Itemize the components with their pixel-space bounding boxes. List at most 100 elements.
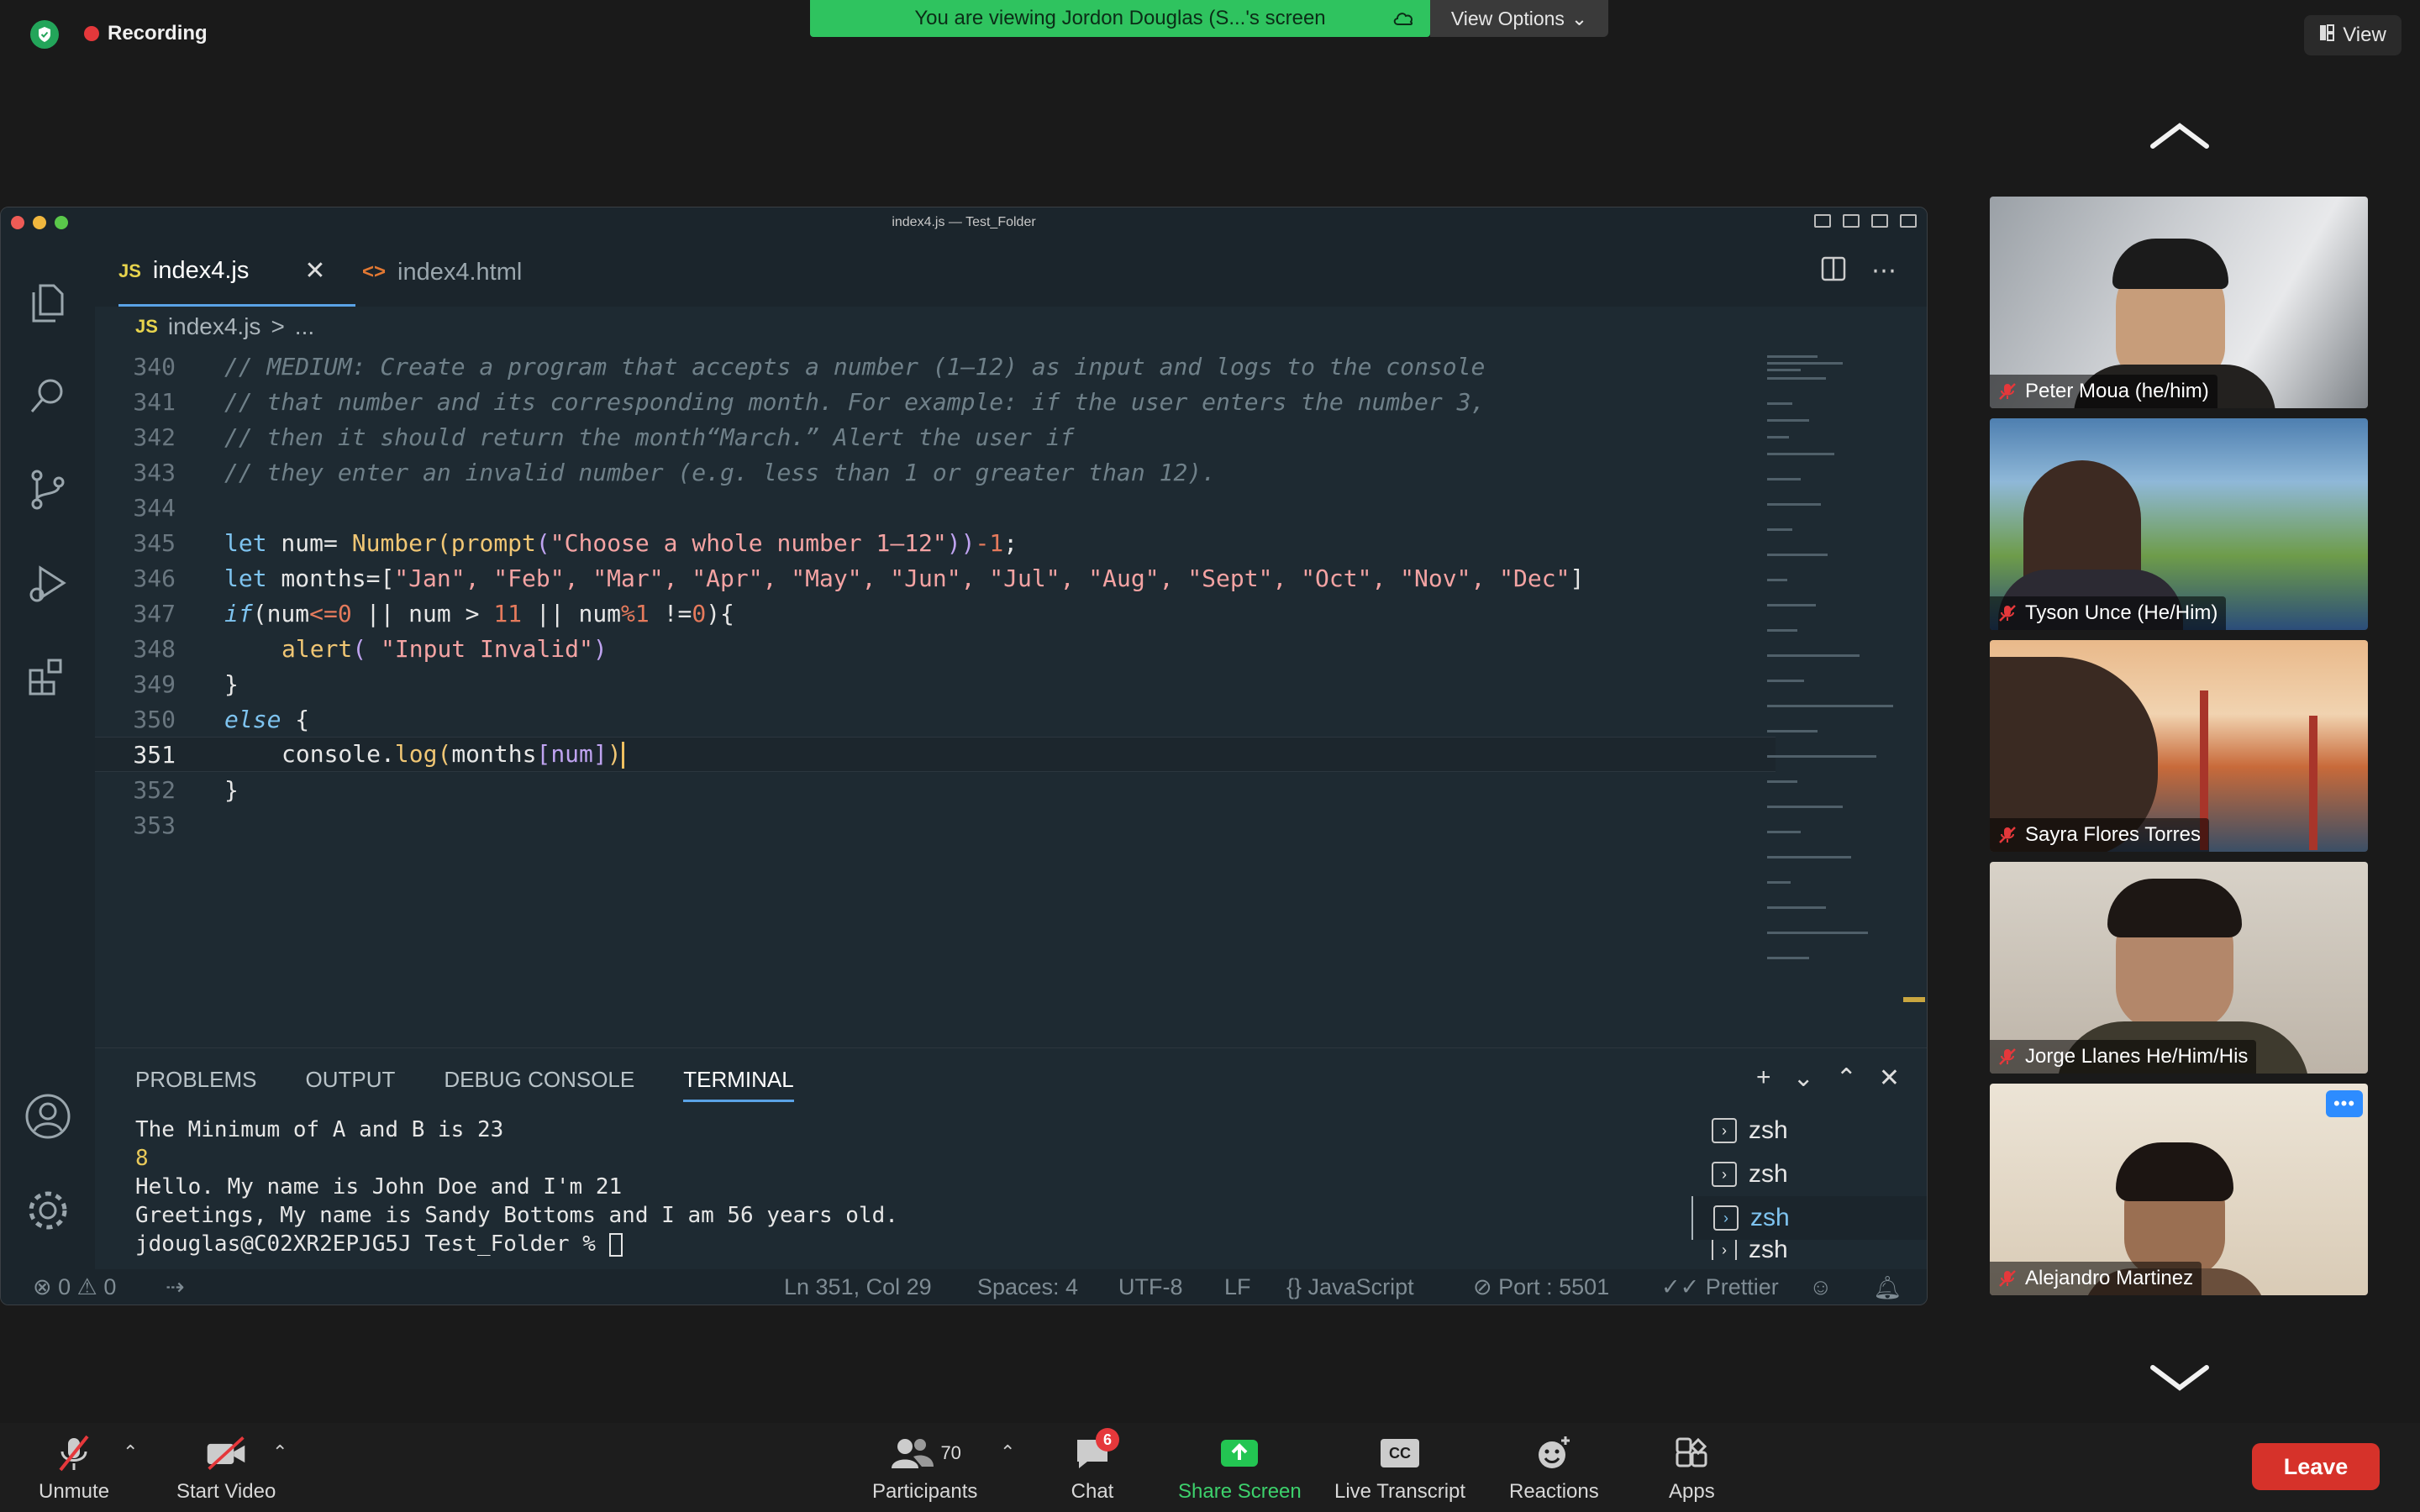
language-mode[interactable]: {} JavaScript — [1286, 1274, 1414, 1300]
tab-problems[interactable]: PROBLEMS — [135, 1067, 257, 1102]
participants-button[interactable]: 70 Participants — [872, 1435, 977, 1504]
view-button[interactable]: View — [2304, 15, 2402, 55]
tab-debug-console[interactable]: DEBUG CONSOLE — [444, 1067, 634, 1102]
source-control-icon[interactable] — [24, 466, 71, 513]
breadcrumb-rest[interactable]: ... — [295, 313, 314, 340]
toggle-panel-icon[interactable] — [1843, 214, 1860, 228]
minimize-window-button[interactable] — [33, 216, 46, 229]
line-number: 353 — [133, 811, 176, 839]
chat-button[interactable]: 6 Chat — [1071, 1428, 1119, 1504]
terminal-instance[interactable]: › zsh — [1691, 1109, 1927, 1152]
code-line: 347 if(num<=0 || num > 11 || num%1 !=0){ — [95, 596, 1776, 631]
scroll-down-chevron-icon[interactable] — [2149, 1361, 2210, 1394]
code-line: 348 alert( "Input Invalid") — [95, 631, 1776, 666]
terminal-instance[interactable]: › zsh — [1691, 1240, 1927, 1260]
chat-bubble-icon: 6 — [1071, 1428, 1119, 1472]
tab-terminal[interactable]: TERMINAL — [683, 1067, 794, 1102]
tab-output[interactable]: OUTPUT — [306, 1067, 396, 1102]
code-line: 344 — [95, 490, 1776, 525]
viewing-banner: You are viewing Jordon Douglas (S...'s s… — [810, 0, 1430, 37]
line-number: 343 — [133, 458, 176, 486]
end-of-line[interactable]: LF — [1224, 1274, 1251, 1300]
line-number: 340 — [133, 352, 176, 381]
recording-indicator[interactable]: Recording — [84, 22, 208, 45]
cursor-position[interactable]: Ln 351, Col 29 — [784, 1274, 932, 1300]
tab-index4-js[interactable]: JS index4.js ✕ — [118, 238, 355, 307]
window-title: index4.js — Test_Folder — [892, 215, 1036, 229]
more-actions-icon[interactable]: ⋯ — [1871, 256, 1897, 288]
participant-tile[interactable]: Tyson Unce (He/Him) — [1990, 418, 2368, 630]
terminal-dropdown-icon[interactable]: ⌄ — [1793, 1063, 1814, 1093]
notifications-bell-icon[interactable]: 🔔︎ — [1873, 1274, 1902, 1301]
customize-layout-icon[interactable] — [1900, 214, 1917, 228]
code-editor[interactable]: 340 // MEDIUM: Create a program that acce… — [95, 349, 1776, 970]
terminal-line: Greetings, My name is Sandy Bottoms and … — [135, 1203, 898, 1228]
live-transcript-label: Live Transcript — [1334, 1480, 1466, 1503]
tab-index4-html[interactable]: <> index4.html — [362, 238, 522, 307]
indentation[interactable]: Spaces: 4 — [977, 1274, 1078, 1300]
feedback-icon[interactable]: ☺ — [1809, 1274, 1833, 1300]
split-editor-icon[interactable] — [1821, 256, 1846, 288]
participant-tile[interactable]: Jorge Llanes He/Him/His — [1990, 862, 2368, 1074]
settings-gear-icon[interactable] — [24, 1187, 71, 1234]
live-server-port[interactable]: ⊘ Port : 5501 — [1473, 1274, 1609, 1300]
leave-button[interactable]: Leave — [2252, 1443, 2380, 1490]
extensions-icon[interactable] — [24, 653, 71, 700]
video-options-caret-icon[interactable]: ⌃ — [272, 1441, 287, 1463]
terminal-instance[interactable]: › zsh — [1691, 1152, 1927, 1196]
close-tab-icon[interactable]: ✕ — [304, 256, 325, 286]
participant-tile[interactable]: Sayra Flores Torres — [1990, 640, 2368, 852]
layout-controls — [1814, 214, 1917, 228]
participant-tile[interactable]: Peter Moua (he/him) — [1990, 197, 2368, 408]
search-icon[interactable] — [24, 372, 71, 419]
vscode-titlebar: index4.js — Test_Folder — [1, 207, 1927, 238]
terminal-line: The Minimum of A and B is 23 — [135, 1117, 504, 1142]
tab-label: index4.html — [397, 258, 523, 286]
run-debug-icon[interactable] — [24, 560, 71, 607]
breadcrumb-file[interactable]: index4.js — [168, 313, 261, 340]
problems-status[interactable]: ⊗ 0 ⚠ 0 — [33, 1274, 116, 1300]
view-options-button[interactable]: View Options ⌄ — [1430, 0, 1608, 37]
code-line: 340 // MEDIUM: Create a program that acce… — [95, 349, 1776, 384]
maximize-panel-icon[interactable]: ⌃ — [1836, 1063, 1857, 1093]
terminal-list: › zsh › zsh › zsh › zsh — [1691, 1109, 1927, 1260]
close-panel-icon[interactable]: ✕ — [1879, 1063, 1900, 1093]
scroll-up-chevron-icon[interactable] — [2149, 119, 2210, 153]
viewing-banner-text: You are viewing Jordon Douglas (S...'s s… — [914, 7, 1326, 29]
text-cursor — [621, 742, 624, 769]
maximize-window-button[interactable] — [55, 216, 68, 229]
toggle-secondary-sidebar-icon[interactable] — [1871, 214, 1888, 228]
unmute-button[interactable]: Unmute — [39, 1435, 109, 1504]
code-line: 352} — [95, 772, 1776, 807]
apps-label: Apps — [1669, 1480, 1715, 1503]
accounts-icon[interactable] — [24, 1093, 71, 1140]
close-window-button[interactable] — [11, 216, 24, 229]
explorer-icon[interactable] — [24, 280, 71, 327]
editor-actions: ⋯ — [1821, 256, 1897, 288]
terminal-output[interactable]: The Minimum of A and B is 23 8 Hello. My n… — [135, 1116, 898, 1258]
participant-tile[interactable]: ••• Alejandro Martinez — [1990, 1084, 2368, 1295]
participants-caret-icon[interactable]: ⌃ — [1000, 1441, 1015, 1463]
toggle-sidebar-icon[interactable] — [1814, 214, 1831, 228]
muted-mic-icon — [1998, 382, 2017, 401]
terminal-instance-active[interactable]: › zsh — [1691, 1196, 1927, 1240]
apps-button[interactable]: Apps — [1669, 1435, 1715, 1504]
encoding[interactable]: UTF-8 — [1118, 1274, 1183, 1300]
minimap[interactable] — [1767, 352, 1915, 1007]
security-shield-icon[interactable] — [30, 20, 59, 49]
line-number: 346 — [133, 564, 176, 592]
participant-name-tag: Tyson Unce (He/Him) — [1990, 596, 2227, 630]
audio-options-caret-icon[interactable]: ⌃ — [123, 1441, 138, 1463]
start-video-button[interactable]: Start Video — [176, 1435, 276, 1504]
html-file-icon: <> — [362, 260, 387, 283]
start-video-label: Start Video — [176, 1480, 276, 1503]
participant-name: Sayra Flores Torres — [2025, 823, 2201, 846]
participant-more-options-button[interactable]: ••• — [2326, 1090, 2363, 1117]
share-screen-button[interactable]: Share Screen — [1178, 1435, 1302, 1504]
reactions-button[interactable]: Reactions — [1509, 1435, 1599, 1504]
live-transcript-button[interactable]: CC Live Transcript — [1334, 1435, 1465, 1504]
smiley-icon — [1532, 1435, 1576, 1472]
live-share-icon[interactable]: ⇢ — [166, 1274, 185, 1300]
prettier-status[interactable]: ✓✓ Prettier — [1661, 1274, 1779, 1300]
new-terminal-icon[interactable]: + — [1756, 1063, 1771, 1093]
